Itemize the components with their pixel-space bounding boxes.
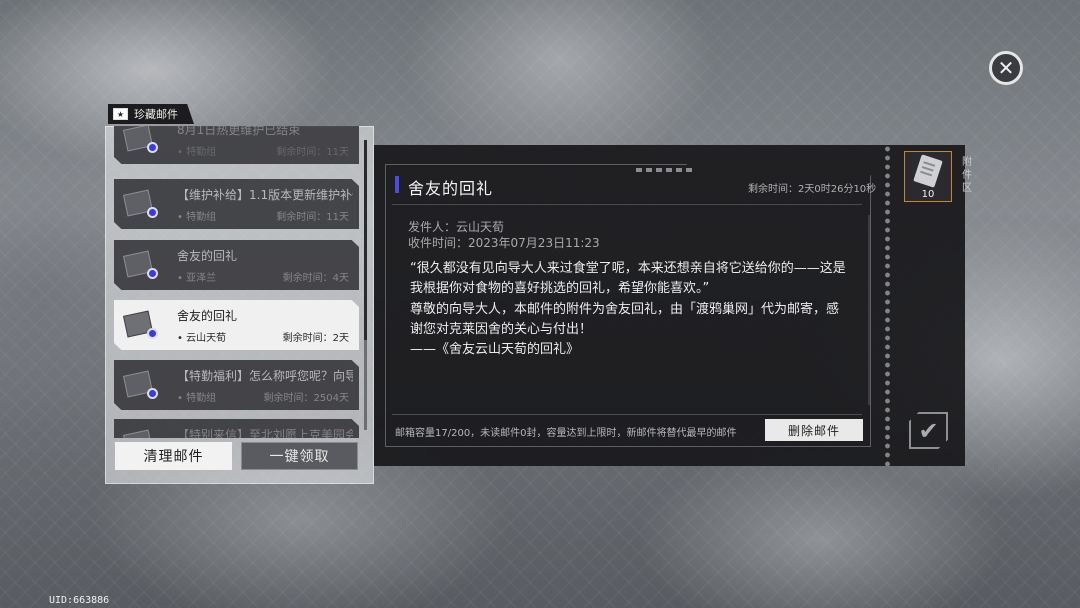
mail-detail-remaining-time: 剩余时间：2天0时26分10秒 <box>748 184 877 195</box>
mail-item[interactable]: 【特别来信】至北刘愿上克美园会 <box>114 419 359 438</box>
favorites-tab-label: 珍藏邮件 <box>134 108 178 121</box>
mail-detail-title: 舍友的回礼 <box>408 179 494 198</box>
mail-body-scrollbar[interactable] <box>868 215 870 405</box>
mail-item[interactable]: 【维护补给】1.1版本更新维护补偿 • 特勤组 剩余时间：11天 <box>114 179 359 229</box>
collect-all-button[interactable]: 一键领取 <box>241 442 358 470</box>
mail-list-scrollbar[interactable] <box>364 140 367 430</box>
mail-title: 【特勤福利】怎么称呼您呢？向导 <box>177 369 353 383</box>
mail-sender-line: 发件人：云山天荀 <box>408 220 505 234</box>
title-accent-bar <box>395 176 399 193</box>
gift-paper-icon <box>913 154 943 188</box>
mail-remaining-time: 剩余时间：4天 <box>282 273 349 284</box>
mail-item[interactable]: 【特勤福利】怎么称呼您呢？向导 • 特勤组 剩余时间：2504天 <box>114 360 359 410</box>
envelope-icon <box>122 250 158 280</box>
envelope-icon <box>122 429 157 438</box>
mailbox-capacity-text: 邮箱容量17/200，未读邮件0封，容量达到上限时，新邮件将替代最早的邮件 <box>395 428 737 439</box>
mail-item-selected[interactable]: 舍友的回礼 • 云山天荀 剩余时间：2天 <box>114 300 359 350</box>
mail-remaining-time: 剩余时间：11天 <box>276 147 349 158</box>
checkmark-icon: ✔ <box>918 416 939 445</box>
mail-star-icon: ★ <box>113 108 128 120</box>
mail-title: 【特别来信】至北刘愿上克美园会 <box>177 428 353 438</box>
attachment-quantity: 10 <box>921 189 935 200</box>
attachment-area-label: 附件区 <box>962 157 972 194</box>
close-icon: ✕ <box>997 56 1015 80</box>
attachment-item[interactable]: 10 <box>904 151 952 202</box>
mail-sender: • 云山天荀 <box>177 333 227 344</box>
close-button[interactable]: ✕ <box>989 51 1023 85</box>
envelope-icon <box>122 370 158 400</box>
mail-sender: • 亚泽兰 <box>177 273 217 284</box>
envelope-icon <box>122 126 158 154</box>
mail-item[interactable]: 8月1日热更维护已结束 • 特勤组 剩余时间：11天 <box>114 126 359 164</box>
user-id: UID:663886 <box>49 595 110 606</box>
divider <box>392 414 862 415</box>
mail-remaining-time: 剩余时间：2天 <box>282 333 349 344</box>
mail-received-time: 收件时间：2023年07月23日11:23 <box>408 236 600 250</box>
delete-mail-button[interactable]: 删除邮件 <box>765 419 863 441</box>
envelope-icon <box>122 189 158 219</box>
mail-title: 【维护补给】1.1版本更新维护补偿 <box>177 188 353 202</box>
perforated-divider <box>883 145 892 466</box>
mail-title: 舍友的回礼 <box>177 249 238 263</box>
mail-body-signature: ——《舍友云山天荀的回礼》 <box>410 342 580 358</box>
open-envelope-icon <box>122 310 158 340</box>
decorative-dots <box>636 168 692 172</box>
favorites-tab: ★ 珍藏邮件 <box>108 104 194 124</box>
mail-sender: • 特勤组 <box>177 393 217 404</box>
mail-list[interactable]: 8月1日热更维护已结束 • 特勤组 剩余时间：11天 【维护补给】1.1版本更新… <box>114 126 362 438</box>
mail-body: “很久都没有见向导大人来过食堂了呢，本来还想亲自将它送给你的——这是我根据你对食… <box>410 259 850 360</box>
clean-mail-button[interactable]: 清理邮件 <box>115 442 232 470</box>
mail-body-paragraph: “很久都没有见向导大人来过食堂了呢，本来还想亲自将它送给你的——这是我根据你对食… <box>410 261 846 297</box>
mail-title: 8月1日热更维护已结束 <box>177 126 301 137</box>
mail-item[interactable]: 舍友的回礼 • 亚泽兰 剩余时间：4天 <box>114 240 359 290</box>
claim-attachment-button[interactable]: ✔ <box>909 412 948 449</box>
mail-sender: • 特勤组 <box>177 147 217 158</box>
mail-remaining-time: 剩余时间：2504天 <box>263 393 349 404</box>
divider <box>392 204 862 205</box>
mail-sender: • 特勤组 <box>177 212 217 223</box>
mail-remaining-time: 剩余时间：11天 <box>276 212 349 223</box>
mail-title: 舍友的回礼 <box>177 309 238 323</box>
mail-body-paragraph: 尊敬的向导大人，本邮件的附件为舍友回礼，由「渡鸦巢网」代为邮寄，感谢您对克莱因舍… <box>410 301 840 337</box>
